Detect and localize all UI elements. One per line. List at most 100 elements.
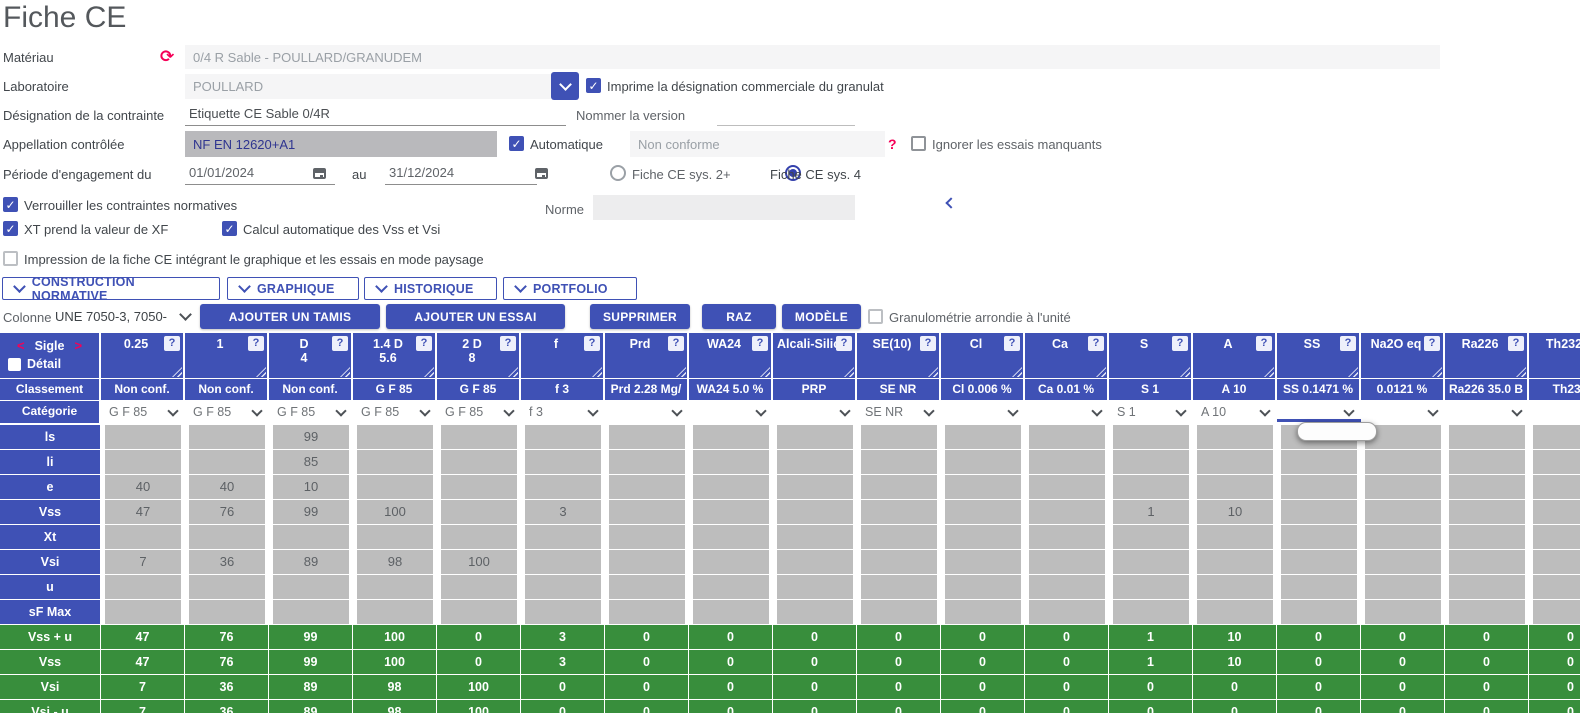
grid-cell[interactable] — [525, 425, 601, 449]
grid-cell[interactable]: 1 — [1113, 500, 1189, 524]
grid-cell[interactable] — [861, 500, 937, 524]
grid-cell[interactable] — [441, 450, 517, 474]
column-resize-grip[interactable] — [1432, 367, 1442, 377]
grid-cell[interactable] — [105, 600, 181, 624]
grid-cell[interactable] — [273, 575, 349, 599]
grid-cell[interactable] — [1365, 475, 1441, 499]
grid-cell[interactable] — [945, 475, 1021, 499]
categorie-select[interactable]: G F 85 — [101, 401, 183, 423]
column-resize-grip[interactable] — [592, 367, 602, 377]
grid-cell[interactable] — [609, 575, 685, 599]
grid-cell[interactable] — [861, 425, 937, 449]
grid-cell[interactable]: 3 — [525, 500, 601, 524]
grid-cell[interactable] — [1449, 525, 1525, 549]
grid-cell[interactable] — [1365, 525, 1441, 549]
grid-cell[interactable] — [1449, 425, 1525, 449]
help-icon[interactable]: ? — [1256, 336, 1272, 351]
grid-cell[interactable] — [525, 600, 601, 624]
grid-cell[interactable]: 7 — [105, 550, 181, 574]
help-icon[interactable]: ? — [164, 336, 180, 351]
grid-cell[interactable] — [777, 550, 853, 574]
grid-cell[interactable] — [525, 550, 601, 574]
grid-cell[interactable] — [105, 450, 181, 474]
grid-cell[interactable] — [441, 525, 517, 549]
grid-cell[interactable] — [1365, 450, 1441, 474]
grid-cell[interactable] — [1365, 600, 1441, 624]
grid-cell[interactable] — [1281, 600, 1357, 624]
help-icon[interactable]: ? — [752, 336, 768, 351]
grid-cell[interactable] — [1281, 450, 1357, 474]
grid-cell[interactable] — [1113, 475, 1189, 499]
column-resize-grip[interactable] — [760, 367, 770, 377]
grid-cell[interactable] — [945, 525, 1021, 549]
categorie-select[interactable] — [773, 401, 855, 423]
grid-cell[interactable] — [777, 450, 853, 474]
grid-cell[interactable] — [777, 425, 853, 449]
help-icon[interactable]: ? — [248, 336, 264, 351]
grid-cell[interactable] — [945, 600, 1021, 624]
grid-cell[interactable]: 89 — [273, 550, 349, 574]
grid-cell[interactable] — [357, 450, 433, 474]
categorie-select[interactable]: G F 85 — [269, 401, 351, 423]
grid-cell[interactable]: 10 — [1197, 500, 1273, 524]
grid-cell[interactable] — [1281, 475, 1357, 499]
categorie-select[interactable] — [1361, 401, 1443, 423]
grid-cell[interactable] — [1449, 550, 1525, 574]
grid-cell[interactable] — [1113, 525, 1189, 549]
grid-cell[interactable] — [1533, 475, 1580, 499]
grid-cell[interactable] — [441, 600, 517, 624]
grid-cell[interactable] — [525, 525, 601, 549]
grid-cell[interactable] — [1197, 475, 1273, 499]
grid-cell[interactable] — [693, 425, 769, 449]
grid-cell[interactable] — [945, 500, 1021, 524]
grid-cell[interactable] — [1449, 500, 1525, 524]
grid-cell[interactable] — [777, 600, 853, 624]
grid-cell[interactable] — [357, 575, 433, 599]
grid-cell[interactable] — [1197, 525, 1273, 549]
grid-cell[interactable]: 100 — [357, 500, 433, 524]
categorie-select[interactable] — [689, 401, 771, 423]
grid-cell[interactable] — [273, 525, 349, 549]
grid-cell[interactable] — [525, 575, 601, 599]
grid-cell[interactable] — [1533, 450, 1580, 474]
grid-cell[interactable] — [777, 500, 853, 524]
grid-cell[interactable] — [609, 450, 685, 474]
column-resize-grip[interactable] — [172, 367, 182, 377]
grid-cell[interactable] — [1449, 475, 1525, 499]
help-icon[interactable]: ? — [416, 336, 432, 351]
grid-cell[interactable] — [441, 475, 517, 499]
column-resize-grip[interactable] — [1264, 367, 1274, 377]
grid-cell[interactable]: 10 — [273, 475, 349, 499]
grid-cell[interactable] — [1281, 525, 1357, 549]
grid-cell[interactable] — [1197, 425, 1273, 449]
grid-cell[interactable] — [1029, 575, 1105, 599]
grid-cell[interactable] — [1197, 550, 1273, 574]
grid-cell[interactable] — [693, 575, 769, 599]
grid-cell[interactable] — [861, 475, 937, 499]
grid-cell[interactable] — [1113, 425, 1189, 449]
grid-cell[interactable] — [357, 600, 433, 624]
grid-cell[interactable] — [693, 475, 769, 499]
grid-cell[interactable] — [357, 475, 433, 499]
column-resize-grip[interactable] — [928, 367, 938, 377]
grid-cell[interactable]: 36 — [189, 550, 265, 574]
help-icon[interactable]: ? — [584, 336, 600, 351]
grid-cell[interactable] — [777, 575, 853, 599]
column-resize-grip[interactable] — [508, 367, 518, 377]
grid-cell[interactable] — [1449, 600, 1525, 624]
grid-cell[interactable] — [357, 425, 433, 449]
column-resize-grip[interactable] — [1012, 367, 1022, 377]
grid-cell[interactable] — [441, 575, 517, 599]
grid-cell[interactable] — [1449, 450, 1525, 474]
column-resize-grip[interactable] — [676, 367, 686, 377]
grid-cell[interactable] — [189, 600, 265, 624]
grid-cell[interactable] — [1533, 500, 1580, 524]
grid-cell[interactable] — [441, 500, 517, 524]
grid-cell[interactable] — [1533, 525, 1580, 549]
h-scrollbar-thumb[interactable] — [1297, 422, 1377, 441]
grid-cell[interactable] — [441, 425, 517, 449]
grid-cell[interactable] — [693, 550, 769, 574]
grid-cell[interactable] — [1197, 600, 1273, 624]
grid-cell[interactable] — [861, 600, 937, 624]
sigle-next-arrow[interactable]: > — [74, 338, 82, 353]
